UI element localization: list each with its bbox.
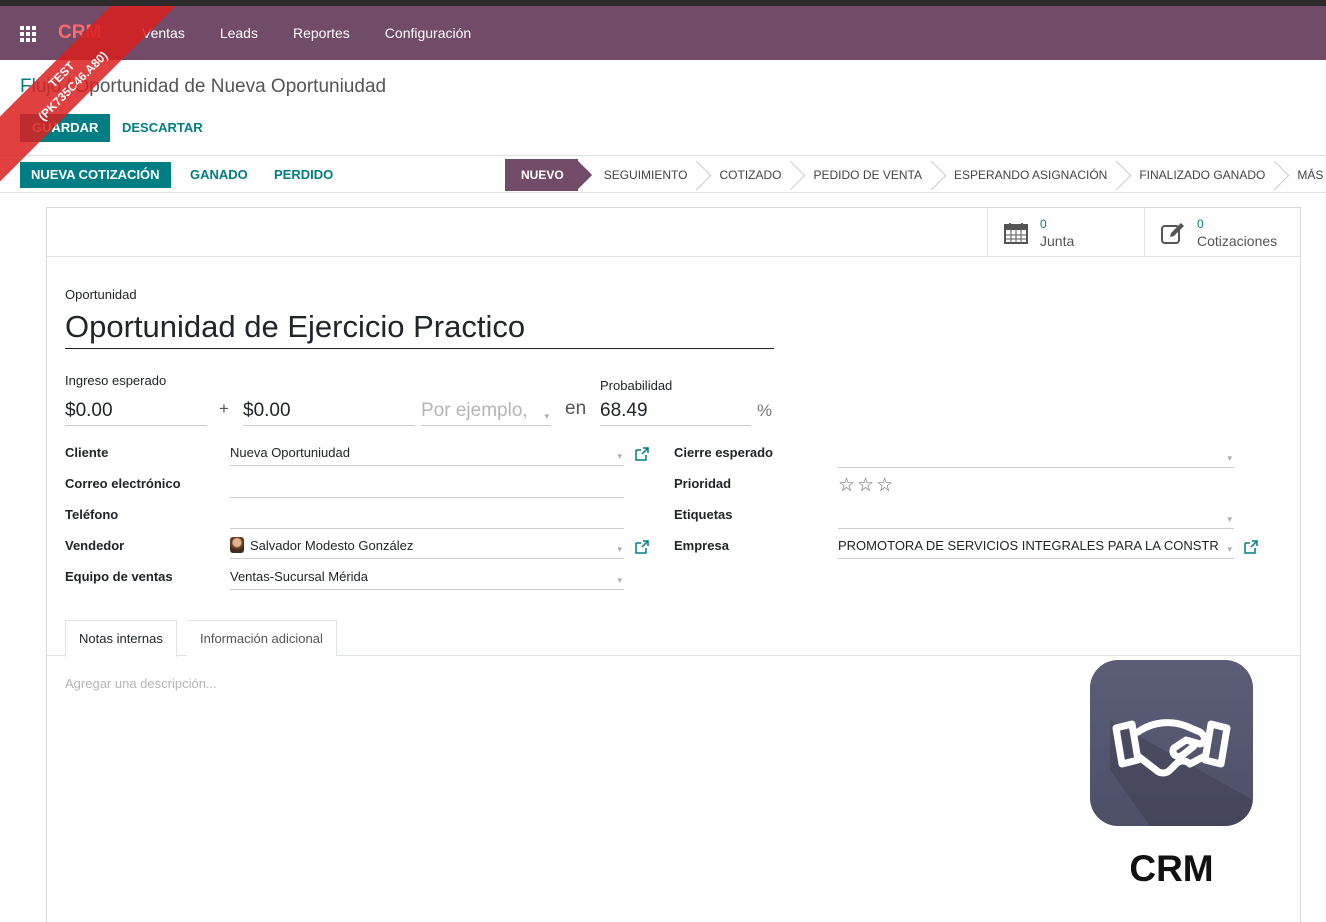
sales-team-label: Equipo de ventas <box>65 569 173 584</box>
chevron-down-icon: ▾ <box>1227 453 1232 463</box>
sales-team-value: Ventas-Sucursal Mérida <box>230 569 369 584</box>
calendar-icon <box>1004 223 1028 244</box>
stage-cotizado[interactable]: COTIZADO <box>701 159 795 191</box>
breadcrumb-separator: / <box>65 76 71 97</box>
sales-team-field[interactable]: Ventas-Sucursal Mérida ▾ <box>230 566 624 590</box>
mark-won-button[interactable]: GANADO <box>190 162 248 188</box>
breadcrumb: Flujo / Oportunidad de Nueva Oportuniudad <box>20 76 386 98</box>
stage-more-dropdown[interactable]: MÁS▾ <box>1279 159 1326 191</box>
customer-label: Cliente <box>65 445 109 460</box>
main-menu: Ventas Leads Reportes Configuración <box>142 25 506 41</box>
customer-field[interactable]: Nueva Oportuniudad ▾ <box>230 442 624 466</box>
chevron-down-icon: ▾ <box>617 544 622 554</box>
description-editor[interactable]: Agregar una descripción... <box>65 676 217 691</box>
priority-label: Prioridad <box>674 476 732 491</box>
breadcrumb-current: Oportunidad de Nueva Oportuniudad <box>74 76 387 97</box>
opportunity-label: Oportunidad <box>65 287 137 302</box>
crm-logo-caption: CRM <box>1129 848 1214 889</box>
meetings-label: Junta <box>1040 233 1075 249</box>
notebook-tabs: Notas internas Información adicional <box>47 620 1300 657</box>
email-input[interactable] <box>230 474 624 498</box>
mark-lost-button[interactable]: PERDIDO <box>274 162 333 188</box>
quotations-smart-button[interactable]: 0 Cotizaciones <box>1144 208 1300 256</box>
breadcrumb-parent[interactable]: Flujo <box>20 76 61 97</box>
plus-sign: + <box>219 399 229 418</box>
save-button[interactable]: GUARDAR <box>20 114 111 142</box>
expected-revenue-label: Ingreso esperado <box>65 373 167 388</box>
expected-closing-input[interactable]: ▾ <box>838 444 1234 468</box>
probability-input[interactable]: 68.49 <box>600 397 751 426</box>
recurring-plan-select[interactable]: Por ejemplo, ▾ <box>421 397 551 426</box>
chevron-down-icon: ▾ <box>617 575 622 585</box>
phone-input[interactable] <box>230 505 624 529</box>
smart-button-box: 0 Junta 0 Cotizaciones <box>47 208 1300 257</box>
probability-label: Probabilidad <box>600 378 673 393</box>
top-navbar: CRM Ventas Leads Reportes Configuración <box>0 0 1326 60</box>
customer-value: Nueva Oportuniudad <box>230 445 350 460</box>
stage-nuevo[interactable]: NUEVO <box>505 159 578 191</box>
stage-pedido-de-venta[interactable]: PEDIDO DE VENTA <box>795 159 935 191</box>
new-quotation-button[interactable]: NUEVA COTIZACIÓN <box>20 162 171 188</box>
email-label: Correo electrónico <box>65 476 181 491</box>
en-label: en <box>565 398 587 419</box>
external-link-icon[interactable] <box>635 540 649 554</box>
quotations-label: Cotizaciones <box>1197 233 1278 249</box>
chevron-down-icon: ▾ <box>1227 514 1232 524</box>
tab-internal-notes[interactable]: Notas internas <box>65 620 177 657</box>
app-brand[interactable]: CRM <box>58 22 101 44</box>
company-field[interactable]: PROMOTORA DE SERVICIOS INTEGRALES PARA L… <box>838 535 1234 559</box>
salesperson-label: Vendedor <box>65 538 125 553</box>
company-value: PROMOTORA DE SERVICIOS INTEGRALES PARA L… <box>838 538 1219 553</box>
salesperson-field[interactable]: Salvador Modesto González ▾ <box>230 535 624 559</box>
menu-item-configuracion[interactable]: Configuración <box>385 25 471 41</box>
salesperson-value: Salvador Modesto González <box>250 538 414 553</box>
external-link-icon[interactable] <box>1244 540 1258 554</box>
handshake-icon <box>1110 719 1253 826</box>
discard-button[interactable]: DESCARTAR <box>122 114 203 142</box>
tab-additional-info[interactable]: Información adicional <box>187 620 337 656</box>
crm-app-logo <box>1090 660 1253 826</box>
quotations-count: 0 <box>1197 217 1204 231</box>
recurring-revenue-input[interactable]: $0.00 <box>243 397 415 426</box>
menu-item-leads[interactable]: Leads <box>220 25 258 41</box>
company-label: Empresa <box>674 538 729 553</box>
stage-finalizado-ganado[interactable]: FINALIZADO GANADO <box>1121 159 1279 191</box>
chevron-down-icon: ▾ <box>617 451 622 461</box>
avatar <box>230 537 244 553</box>
chevron-down-icon: ▾ <box>544 411 549 421</box>
recurring-plan-placeholder: Por ejemplo, <box>421 400 528 421</box>
expected-closing-label: Cierre esperado <box>674 445 773 460</box>
meetings-smart-button[interactable]: 0 Junta <box>987 208 1144 256</box>
stage-esperando-asignacion[interactable]: ESPERANDO ASIGNACIÓN <box>936 159 1121 191</box>
tags-label: Etiquetas <box>674 507 733 522</box>
opportunity-name-input[interactable]: Oportunidad de Ejercicio Practico <box>65 305 774 349</box>
phone-label: Teléfono <box>65 507 119 522</box>
external-link-icon[interactable] <box>635 447 649 461</box>
tags-input[interactable]: ▾ <box>838 505 1234 529</box>
chevron-down-icon: ▾ <box>1227 538 1232 558</box>
menu-item-ventas[interactable]: Ventas <box>142 25 185 41</box>
status-header: NUEVA COTIZACIÓN GANADO PERDIDO NUEVO SE… <box>0 155 1326 193</box>
edit-icon <box>1161 223 1184 244</box>
percent-sign: % <box>757 401 773 420</box>
stage-seguimiento[interactable]: SEGUIMIENTO <box>586 159 702 191</box>
priority-stars-widget[interactable]: ☆☆☆ <box>838 474 895 497</box>
meetings-count: 0 <box>1040 217 1047 231</box>
stage-statusbar: NUEVO SEGUIMIENTO COTIZADO PEDIDO DE VEN… <box>505 158 1326 192</box>
menu-item-reportes[interactable]: Reportes <box>293 25 350 41</box>
expected-revenue-input[interactable]: $0.00 <box>65 397 207 426</box>
apps-grid-icon[interactable] <box>20 26 36 42</box>
stage-more-label: MÁS <box>1297 168 1324 182</box>
